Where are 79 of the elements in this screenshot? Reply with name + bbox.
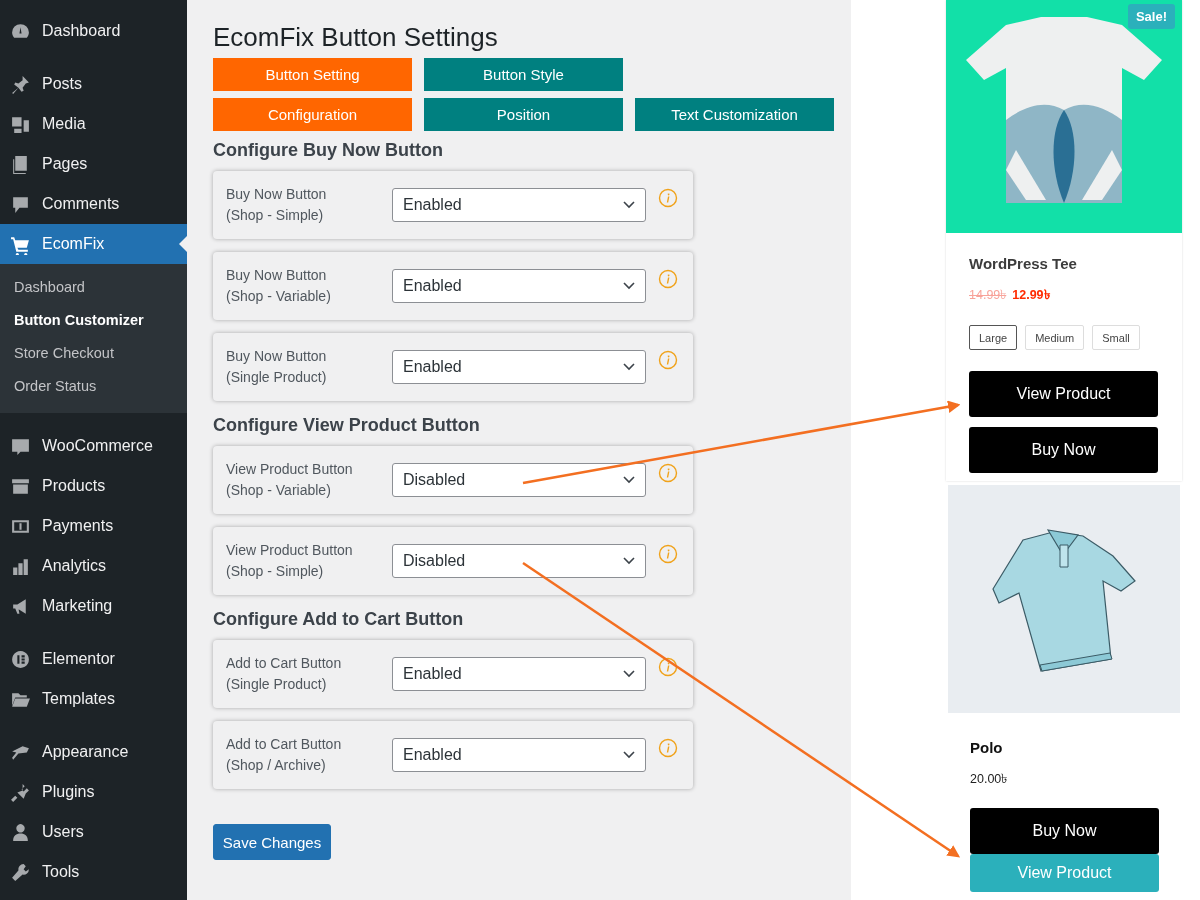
section-heading: Configure Buy Now Button xyxy=(213,139,444,161)
setting-label: Buy Now Button xyxy=(226,185,328,204)
price: 20.00৳ xyxy=(970,771,1008,788)
user-icon xyxy=(10,821,31,843)
info-icon[interactable] xyxy=(658,350,678,370)
setting-note: (Shop - Simple) xyxy=(226,562,325,581)
setting-note: (Single Product) xyxy=(226,675,328,694)
setting-note: (Shop - Variable) xyxy=(226,481,332,500)
info-icon[interactable] xyxy=(658,188,678,208)
setting-label: View Product Button xyxy=(226,541,354,560)
sale-badge: Sale! xyxy=(1127,4,1175,29)
menu-item[interactable]: Marketing xyxy=(0,586,187,626)
tab[interactable]: Position xyxy=(424,98,623,131)
product-name: Polo xyxy=(970,739,1004,756)
chevron-down-icon xyxy=(623,670,635,678)
select-field[interactable]: Enabled xyxy=(392,188,646,222)
chevron-down-icon xyxy=(623,363,635,371)
tab[interactable]: Button Style xyxy=(424,58,623,91)
old-price: 14.99৳ xyxy=(969,287,1007,304)
select-field[interactable]: Enabled xyxy=(392,738,646,772)
menu-item[interactable]: EcomFix xyxy=(0,224,187,264)
price: 12.99৳ xyxy=(1012,287,1050,304)
submenu-item[interactable]: Button Customizer xyxy=(0,304,187,337)
menu-item[interactable]: WooCommerce xyxy=(0,426,187,466)
menu-item[interactable]: Tools xyxy=(0,852,187,892)
submenu-item[interactable]: Dashboard xyxy=(0,271,187,304)
setting-label: Buy Now Button xyxy=(226,266,328,285)
setting-label: Add to Cart Button xyxy=(226,654,343,673)
submenu-item[interactable]: Order Status xyxy=(0,370,187,403)
select-field[interactable]: Enabled xyxy=(392,657,646,691)
info-icon[interactable] xyxy=(658,269,678,289)
menu-item[interactable]: Templates xyxy=(0,679,187,719)
chevron-down-icon xyxy=(623,751,635,759)
menu-item[interactable]: Products xyxy=(0,466,187,506)
select-field[interactable]: Disabled xyxy=(392,544,646,578)
menu-item[interactable]: Appearance xyxy=(0,732,187,772)
submenu-item[interactable]: Store Checkout xyxy=(0,337,187,370)
setting-note: (Shop - Variable) xyxy=(226,287,332,306)
info-icon[interactable] xyxy=(658,738,678,758)
section-heading: Configure View Product Button xyxy=(213,414,481,436)
size-option[interactable]: Large xyxy=(969,325,1018,350)
setting-label: Add to Cart Button xyxy=(226,735,343,754)
select-field[interactable]: Enabled xyxy=(392,350,646,384)
size-option[interactable]: Medium xyxy=(1025,325,1085,350)
setting-label: Buy Now Button xyxy=(226,347,328,366)
menu-item[interactable]: Media xyxy=(0,104,187,144)
menu-item[interactable]: Elementor xyxy=(0,639,187,679)
menu-item[interactable]: Users xyxy=(0,812,187,852)
menu-item[interactable]: Analytics xyxy=(0,546,187,586)
info-icon[interactable] xyxy=(658,544,678,564)
chevron-down-icon xyxy=(623,476,635,484)
elementor-icon xyxy=(10,648,31,670)
page-title: EcomFix Button Settings xyxy=(213,21,499,54)
setting-label: View Product Button xyxy=(226,460,354,479)
tab[interactable]: Text Customization xyxy=(635,98,834,131)
setting-note: (Single Product) xyxy=(226,368,328,387)
product-name: WordPress Tee xyxy=(969,255,1078,272)
chevron-down-icon xyxy=(623,557,635,565)
setting-note: (Shop - Simple) xyxy=(226,206,325,225)
menu-item[interactable]: Comments xyxy=(0,184,187,224)
menu-item[interactable]: Plugins xyxy=(0,772,187,812)
product-button[interactable]: Buy Now xyxy=(970,808,1159,854)
wrench-icon xyxy=(10,861,31,883)
menu-item[interactable]: Posts xyxy=(0,64,187,104)
info-icon[interactable] xyxy=(658,463,678,483)
select-field[interactable]: Disabled xyxy=(392,463,646,497)
select-field[interactable]: Enabled xyxy=(392,269,646,303)
chevron-down-icon xyxy=(623,282,635,290)
size-option[interactable]: Small xyxy=(1092,325,1140,350)
info-icon[interactable] xyxy=(658,657,678,677)
menu-item[interactable]: Pages xyxy=(0,144,187,184)
menu-item[interactable]: Dashboard xyxy=(0,11,187,51)
product-button[interactable]: View Product xyxy=(969,371,1158,417)
chevron-down-icon xyxy=(623,201,635,209)
menu-item[interactable]: Payments xyxy=(0,506,187,546)
section-heading: Configure Add to Cart Button xyxy=(213,608,465,630)
product-button[interactable]: Buy Now xyxy=(969,427,1158,473)
save-button[interactable]: Save Changes xyxy=(213,824,331,860)
setting-note: (Shop / Archive) xyxy=(226,756,327,775)
